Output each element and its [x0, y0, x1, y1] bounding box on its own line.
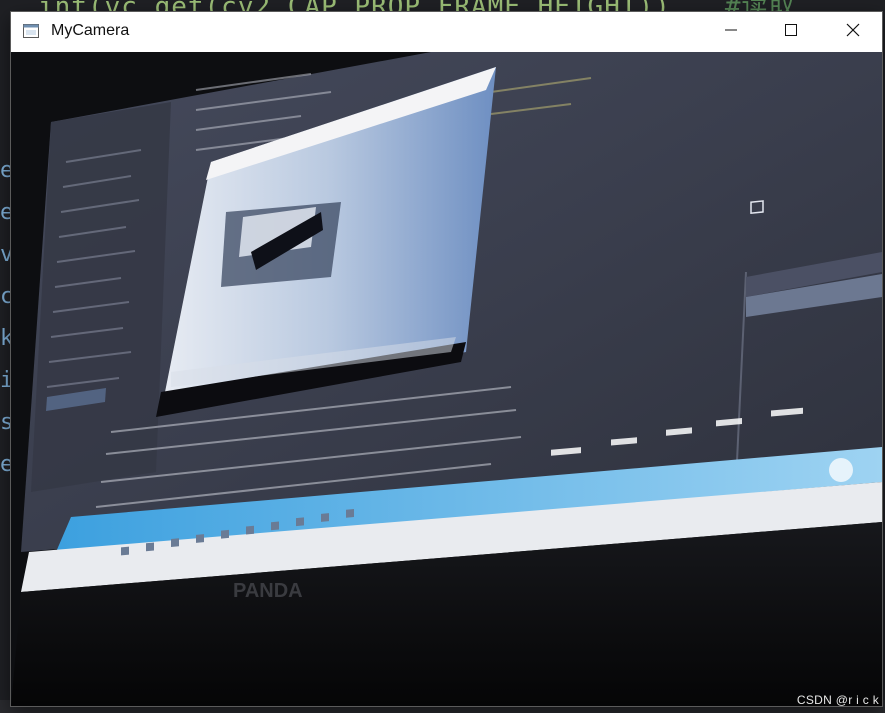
close-button[interactable]: [830, 12, 876, 52]
maximize-button[interactable]: [768, 12, 814, 52]
camera-feed: PANDA: [11, 52, 882, 706]
camera-window[interactable]: MyCamera PANDA: [11, 12, 882, 706]
close-icon: [846, 23, 860, 42]
camera-frame-image: PANDA: [11, 52, 882, 706]
app-window-icon: [23, 23, 39, 39]
window-title: MyCamera: [51, 22, 130, 39]
csdn-watermark: CSDN @r i c k: [796, 693, 879, 707]
laptop-brand-logo: PANDA: [233, 580, 303, 602]
maximize-icon: [785, 23, 797, 41]
minimize-button[interactable]: [708, 12, 754, 52]
minimize-icon: [725, 23, 737, 41]
title-bar[interactable]: MyCamera: [11, 12, 882, 52]
